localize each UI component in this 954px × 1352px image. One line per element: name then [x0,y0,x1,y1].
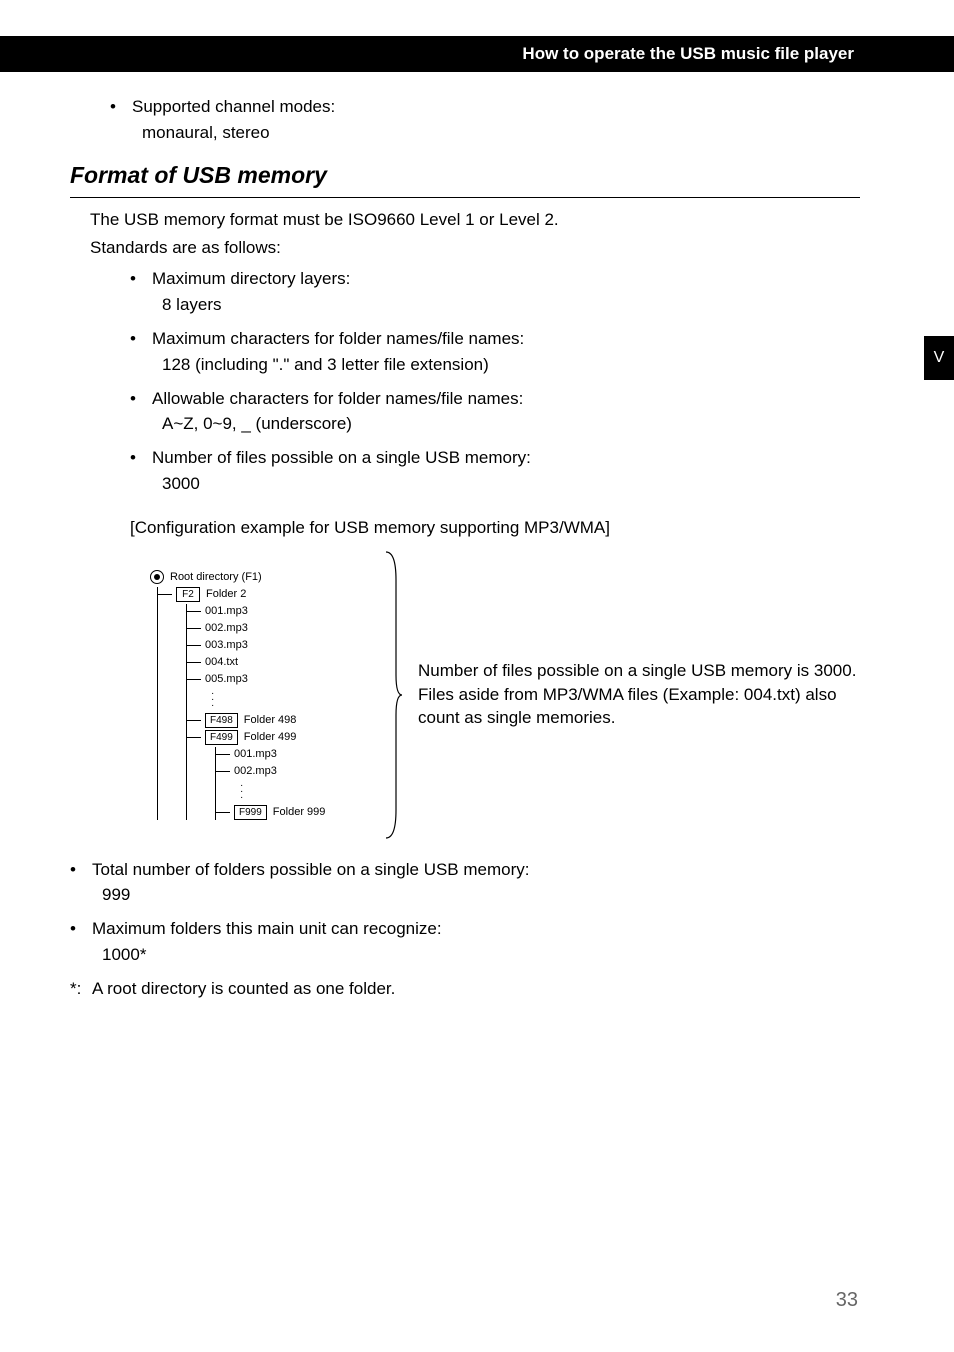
folder-label: Folder 999 [273,806,326,818]
folder-label: Folder 499 [244,731,297,743]
bullet-sub: 999 [102,883,860,907]
bullet-sub: monaural, stereo [142,121,860,145]
bullet-marker: • [130,387,152,411]
vertical-ellipsis: ··· [205,689,380,711]
file-name: 002.mp3 [234,765,277,777]
footnote-key: *: [70,977,92,1001]
tree-folder: F999 Folder 999 [234,805,380,820]
folder-id-box: F499 [205,730,238,745]
folder-id-box: F498 [205,713,238,728]
tree-file: 001.mp3 [205,604,380,619]
folder-label: Folder 498 [244,714,297,726]
folder-id-box: F2 [176,587,200,602]
bullet-label: Number of files possible on a single USB… [152,446,860,470]
bullet-item: • Allowable characters for folder names/… [130,387,860,411]
file-name: 001.mp3 [205,605,248,617]
footnote: *: A root directory is counted as one fo… [70,977,860,1001]
file-name: 005.mp3 [205,673,248,685]
tree-file: 004.txt [205,655,380,670]
file-name: 003.mp3 [205,639,248,651]
brace [380,550,404,840]
header-title: How to operate the USB music file player [522,44,854,64]
bullet-marker: • [110,95,132,119]
bullet-marker: • [70,917,92,941]
section-body: The USB memory format must be ISO9660 Le… [90,208,860,840]
page-number: 33 [836,1289,858,1312]
header-bar: How to operate the USB music file player [0,36,954,72]
tree-file: 001.mp3 [234,747,380,762]
page-content: • Supported channel modes: monaural, ste… [70,95,860,1001]
tree-file: 005.mp3 [205,672,380,687]
bullet-marker: • [130,267,152,291]
bullet-item: • Supported channel modes: [110,95,860,119]
bullet-sub: 8 layers [162,293,860,317]
folder-id-box: F999 [234,805,267,820]
bullet-item: • Maximum directory layers: [130,267,860,291]
bullet-label: Maximum characters for folder names/file… [152,327,860,351]
bullet-marker: • [130,327,152,351]
tree-file: 002.mp3 [205,621,380,636]
bullet-marker: • [70,858,92,882]
config-caption: [Configuration example for USB memory su… [130,516,860,540]
folder-tree-diagram: Root directory (F1) F2 Folder 2 001.mp3 … [150,568,380,822]
section-intro-1: The USB memory format must be ISO9660 Le… [90,208,860,232]
vertical-ellipsis: ··· [234,781,380,803]
tree-folder: F499 Folder 499 [205,730,380,745]
bullet-sub: 1000* [102,943,860,967]
tree-folder: F498 Folder 498 [205,713,380,728]
section-intro-2: Standards are as follows: [90,236,860,260]
tree-root: Root directory (F1) [150,570,380,585]
bullet-label: Allowable characters for folder names/fi… [152,387,860,411]
bullet-label: Maximum directory layers: [152,267,860,291]
section-title: Format of USB memory [70,159,860,198]
bullet-sub: 128 (including "." and 3 letter file ext… [162,353,860,377]
bullet-label: Supported channel modes: [132,95,860,119]
bullet-label: Total number of folders possible on a si… [92,858,860,882]
bullet-label: Maximum folders this main unit can recog… [92,917,860,941]
tree-file: 002.mp3 [234,764,380,779]
bullet-item: • Number of files possible on a single U… [130,446,860,470]
bullet-item: • Maximum characters for folder names/fi… [130,327,860,351]
file-name: 002.mp3 [205,622,248,634]
disc-icon [150,570,164,584]
footnote-text: A root directory is counted as one folde… [92,977,395,1001]
bullet-item: • Maximum folders this main unit can rec… [70,917,860,941]
tree-file: 003.mp3 [205,638,380,653]
file-name: 004.txt [205,656,238,668]
folder-label: Folder 2 [206,588,246,600]
diagram-wrap: Root directory (F1) F2 Folder 2 001.mp3 … [150,550,860,840]
tree-folder: F2 Folder 2 [176,587,380,602]
bullet-sub: 3000 [162,472,860,496]
bullet-marker: • [130,446,152,470]
side-tab: V [924,336,954,380]
bullet-item: • Total number of folders possible on a … [70,858,860,882]
brace-icon [382,550,402,840]
tree-root-label: Root directory (F1) [170,571,262,583]
diagram-note: Number of files possible on a single USB… [404,659,860,730]
side-tab-label: V [934,349,945,367]
file-name: 001.mp3 [234,748,277,760]
bullet-sub: A~Z, 0~9, _ (underscore) [162,412,860,436]
